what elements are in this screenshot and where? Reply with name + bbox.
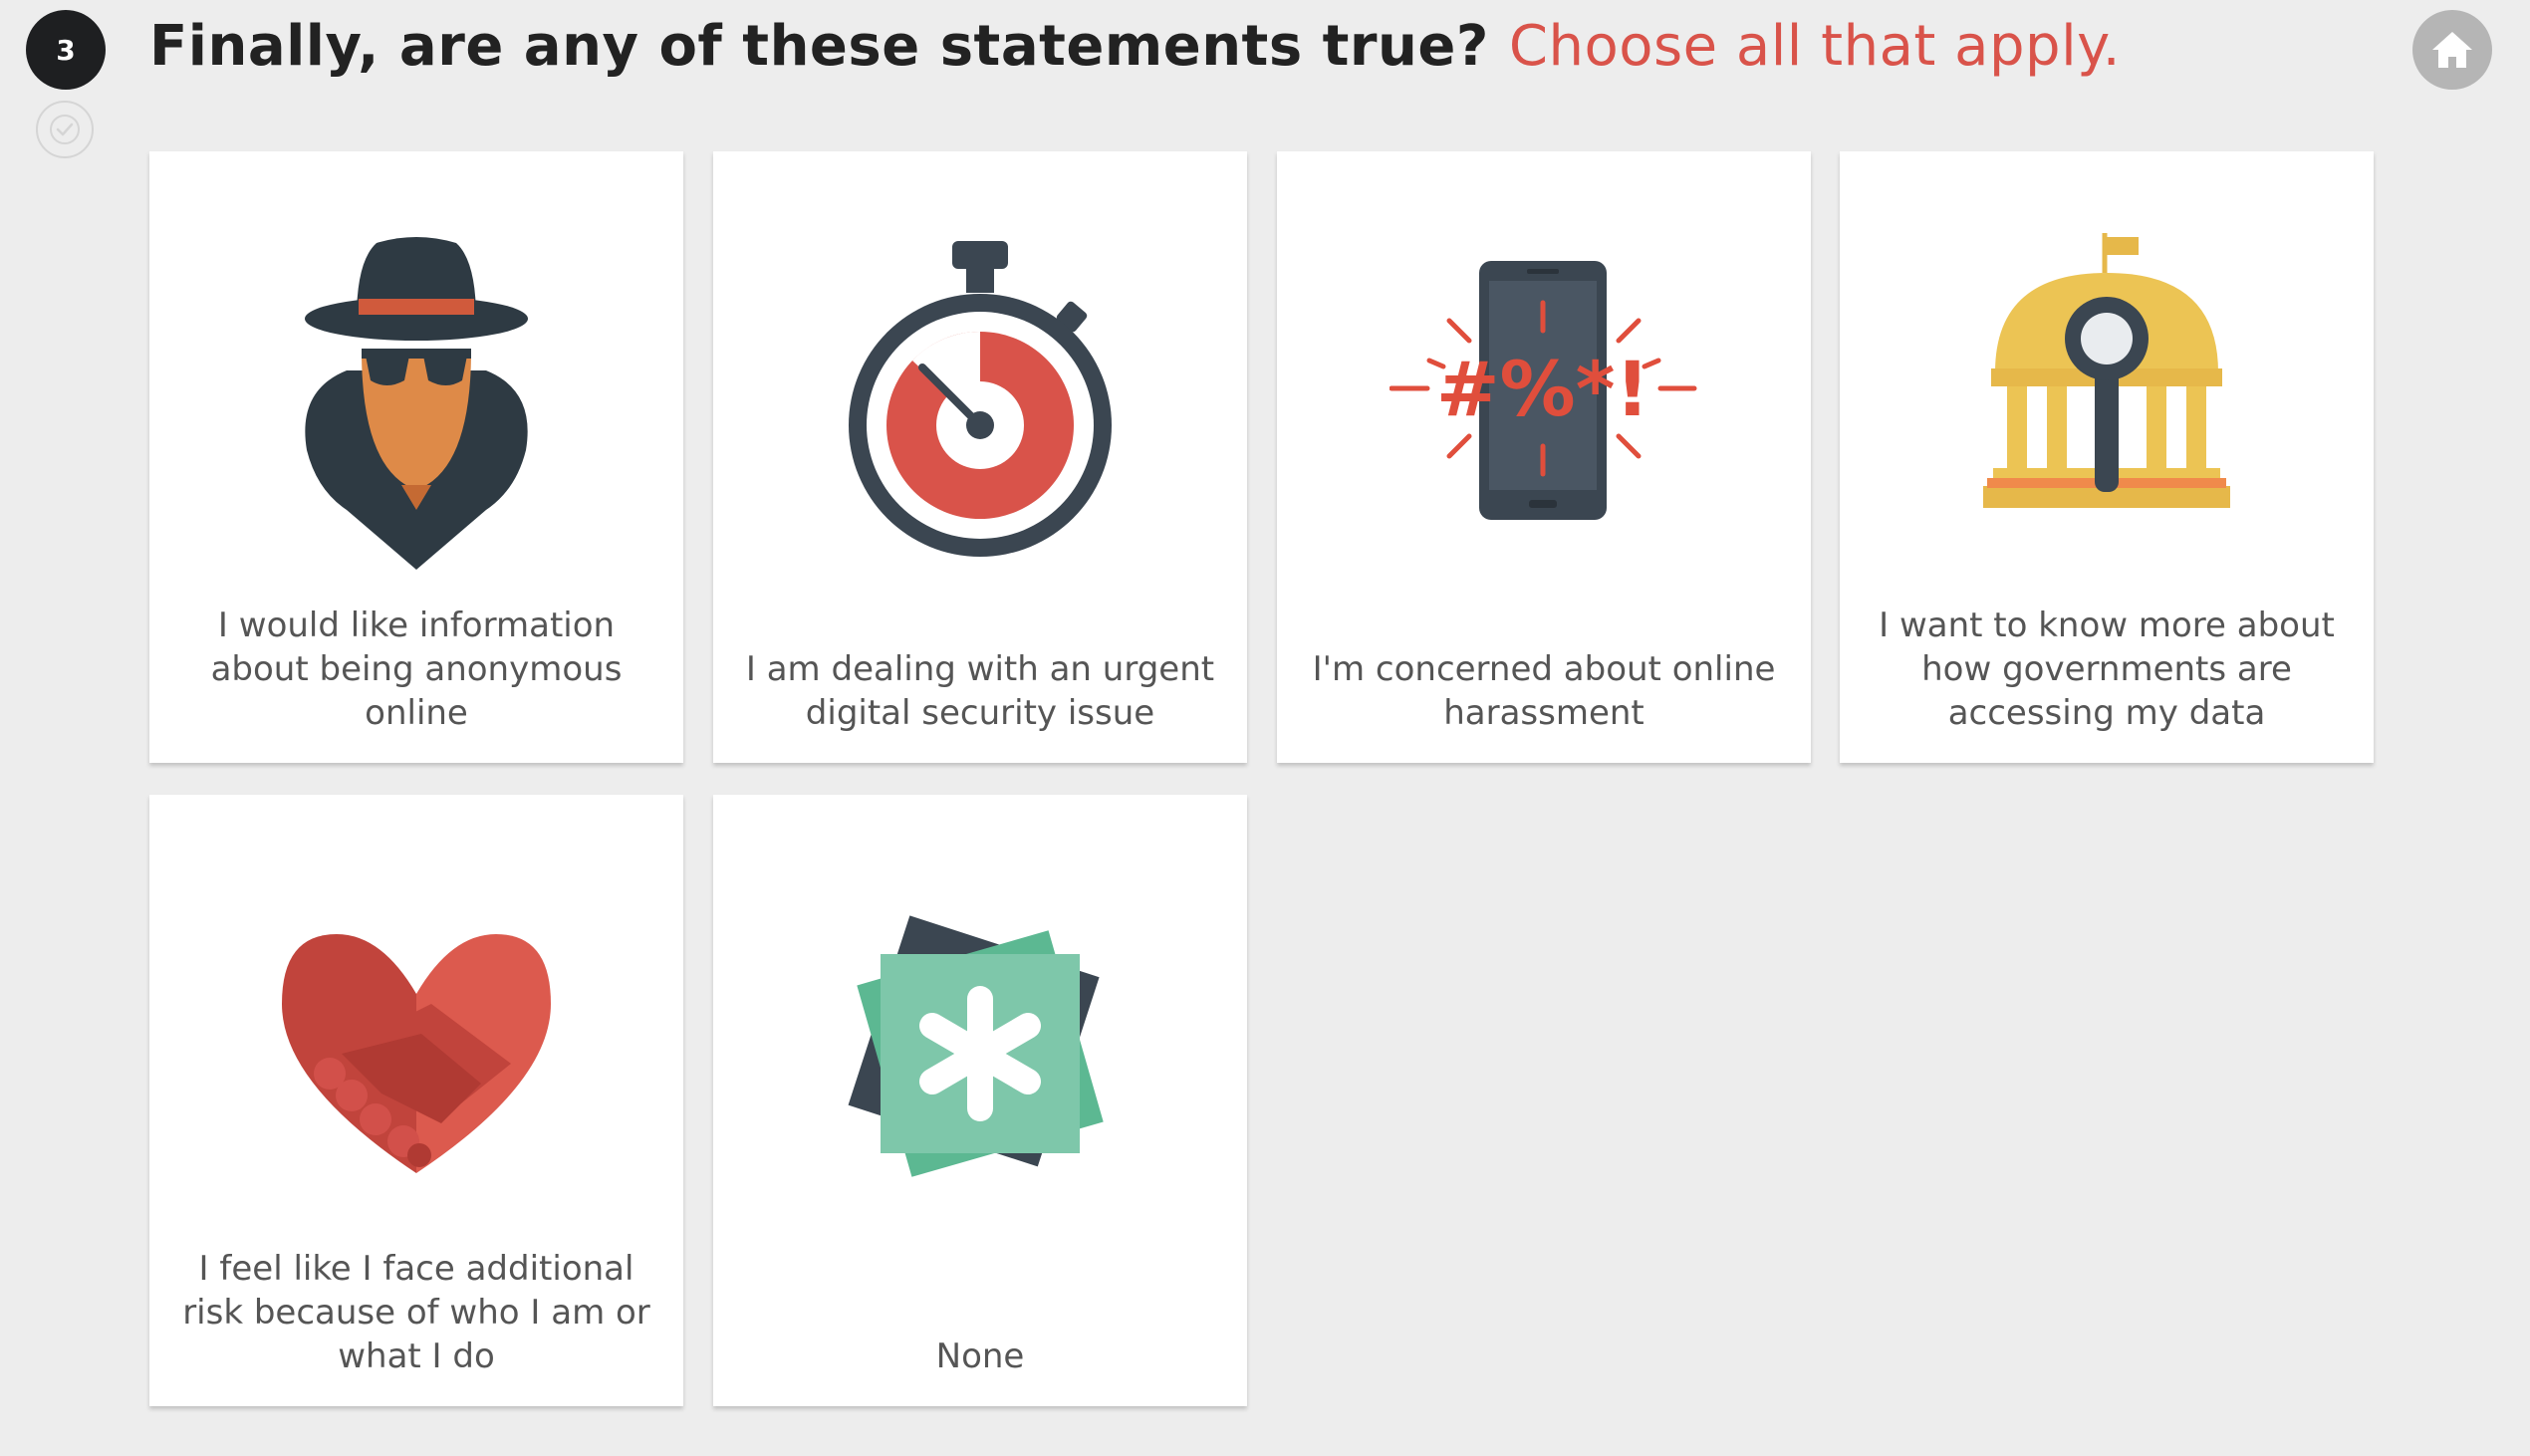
stopwatch-icon [713,211,1247,590]
option-card-additional-risk[interactable]: I feel like I face additional risk becau… [149,795,683,1406]
svg-text:#%*!: #%*! [1436,345,1649,433]
option-label: I feel like I face additional risk becau… [182,1249,650,1376]
option-label: None [935,1336,1025,1376]
option-card-urgent[interactable]: I am dealing with an urgent digital secu… [713,151,1247,763]
option-card-anonymous[interactable]: I would like information about being ano… [149,151,683,763]
option-label: I am dealing with an urgent digital secu… [745,649,1215,733]
harassment-phone-icon: #%*! [1277,211,1811,590]
home-icon [2432,32,2472,68]
option-card-harassment[interactable]: #%*! I'm concerned about online harassme… [1277,151,1811,763]
question-heading: Finally, are any of these statements tru… [149,6,2121,86]
option-card-government[interactable]: I want to know more about how government… [1840,151,2374,763]
government-magnifier-icon [1840,223,2374,542]
spy-icon [149,211,683,590]
step-number-badge: 3 [26,10,106,90]
option-label: I'm concerned about online harassment [1312,649,1776,733]
home-button[interactable] [2412,10,2492,90]
handshake-heart-icon [149,894,683,1213]
option-card-none[interactable]: None [713,795,1247,1406]
option-label: I would like information about being ano… [210,606,623,733]
question-text: Finally, are any of these statements tru… [149,13,1489,79]
step-complete-check-icon [36,101,94,158]
question-hint: Choose all that apply. [1508,13,2122,79]
asterisk-cards-icon [713,894,1247,1213]
option-label: I want to know more about how government… [1879,606,2335,733]
